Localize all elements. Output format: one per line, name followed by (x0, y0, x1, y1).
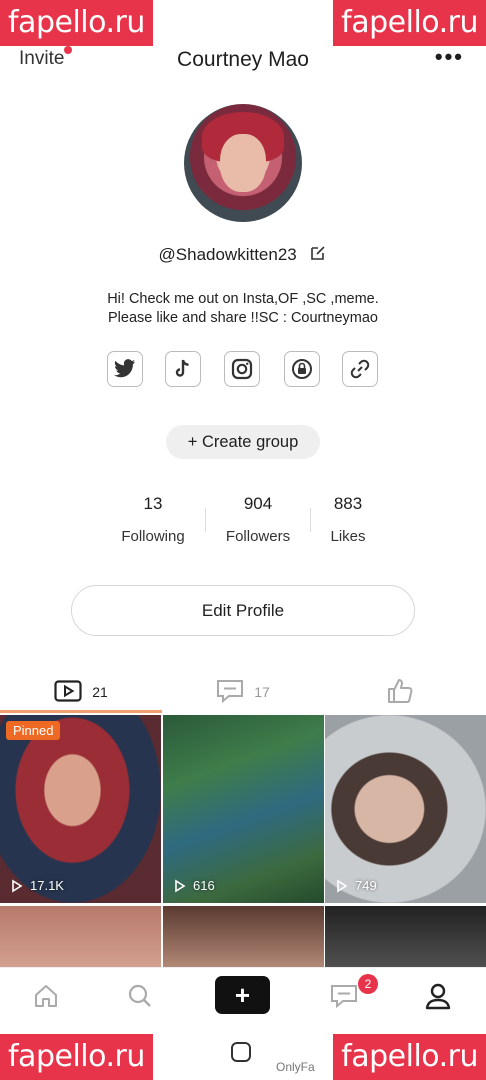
page-title: Courtney Mao (177, 48, 309, 71)
avatar[interactable] (184, 104, 302, 222)
tiktok-icon[interactable] (165, 351, 201, 387)
stat-value: 13 (143, 494, 163, 513)
content-tabs: 21 17 (0, 672, 486, 713)
social-links (0, 351, 486, 387)
video-views: 17.1K (10, 878, 64, 893)
profile-header: Invite Courtney Mao ••• (0, 44, 486, 78)
video-tile[interactable] (0, 906, 161, 967)
profile-icon[interactable] (420, 978, 456, 1014)
messages-icon[interactable] (326, 978, 362, 1014)
stat-value: 883 (333, 494, 363, 513)
video-views: 749 (335, 878, 377, 893)
create-icon[interactable]: + (215, 976, 270, 1014)
bio-line-2: Please like and share !!SC : Courtneymao (108, 310, 378, 326)
username: @Shadowkitten23 (158, 244, 297, 264)
link-icon[interactable] (342, 351, 378, 387)
tab-likes[interactable] (324, 672, 486, 712)
play-icon (337, 879, 348, 892)
profile-stats: 13 Following 904 Followers 883 Likes (0, 494, 486, 554)
create-group-button[interactable]: + Create group (166, 425, 320, 459)
onlyfans-icon[interactable] (284, 351, 320, 387)
like-icon (386, 677, 414, 708)
twitter-icon[interactable] (107, 351, 143, 387)
stat-label: Following (121, 528, 185, 545)
active-tab-indicator (0, 710, 162, 713)
username-row: @Shadowkitten23 (0, 244, 486, 267)
video-views: 616 (173, 878, 215, 893)
more-options-button[interactable]: ••• (435, 44, 464, 70)
tab-comments-count: 17 (254, 684, 270, 700)
video-tile[interactable]: 616 (163, 715, 324, 903)
stat-following[interactable]: 13 Following (98, 494, 208, 545)
stat-likes[interactable]: 883 Likes (293, 494, 403, 545)
tab-videos[interactable]: 21 (0, 672, 162, 712)
watermark-bottom-right: fapello.ru (333, 1034, 486, 1080)
play-icon (175, 879, 186, 892)
video-icon (54, 679, 82, 705)
tab-comments[interactable]: 17 (162, 672, 324, 712)
video-tile[interactable]: Pinned 17.1K (0, 715, 161, 903)
avatar-face (220, 134, 266, 192)
messages-badge: 2 (358, 974, 378, 994)
tab-videos-count: 21 (92, 684, 108, 700)
video-tile[interactable]: 749 (325, 715, 486, 903)
app-label: OnlyFa (276, 1060, 315, 1074)
video-grid: Pinned 17.1K 616 749 (0, 715, 486, 967)
bio-line-1: Hi! Check me out on Insta,OF ,SC ,meme. (107, 291, 379, 307)
bottom-navigation: + 2 (0, 967, 486, 1023)
instagram-icon[interactable] (224, 351, 260, 387)
watermark-bottom-left: fapello.ru (0, 1034, 153, 1080)
video-tile[interactable] (325, 906, 486, 967)
comment-icon (216, 679, 244, 706)
edit-profile-button[interactable]: Edit Profile (71, 585, 415, 636)
watermark-top-right: fapello.ru (333, 0, 486, 46)
system-home-button[interactable] (231, 1042, 251, 1062)
edit-username-icon[interactable] (309, 244, 327, 267)
watermark-top-left: fapello.ru (0, 0, 153, 46)
bio: Hi! Check me out on Insta,OF ,SC ,meme. … (40, 290, 446, 328)
stat-label: Likes (330, 528, 366, 545)
search-icon[interactable] (122, 978, 158, 1014)
video-tile[interactable] (163, 906, 324, 967)
play-icon (12, 879, 23, 892)
home-icon[interactable] (28, 978, 64, 1014)
pinned-badge: Pinned (6, 721, 61, 740)
